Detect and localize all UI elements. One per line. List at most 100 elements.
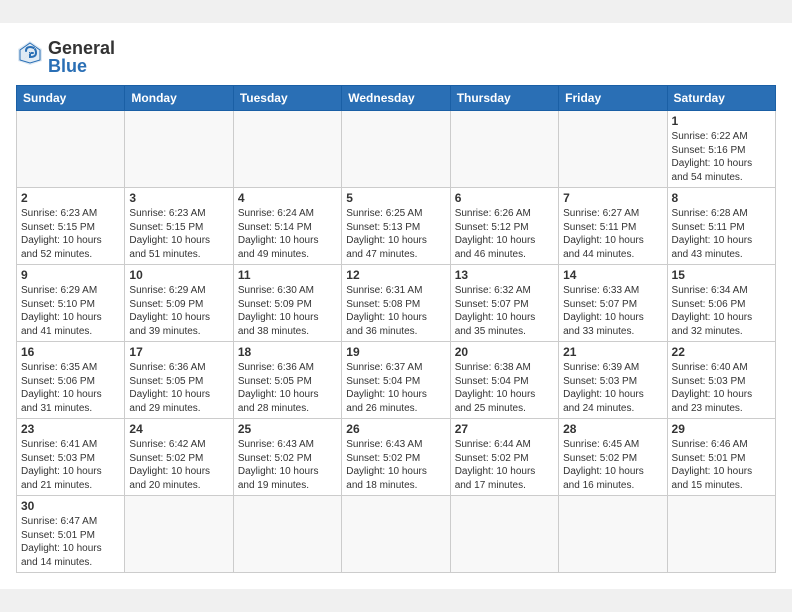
week-row-4: 23 Sunrise: 6:41 AM Sunset: 5:03 PM Dayli… — [17, 419, 776, 496]
weekday-friday: Friday — [559, 86, 667, 111]
cell-content: Sunrise: 6:38 AM Sunset: 5:04 PM Dayligh… — [455, 361, 554, 415]
logo-icon — [16, 39, 44, 67]
cell-content: Sunrise: 6:29 AM Sunset: 5:10 PM Dayligh… — [21, 284, 120, 338]
cell-content: Sunrise: 6:27 AM Sunset: 5:11 PM Dayligh… — [563, 207, 662, 261]
calendar-cell — [342, 496, 450, 573]
day-number: 29 — [672, 422, 771, 436]
cell-content: Sunrise: 6:24 AM Sunset: 5:14 PM Dayligh… — [238, 207, 337, 261]
day-number: 26 — [346, 422, 445, 436]
calendar-cell: 3 Sunrise: 6:23 AM Sunset: 5:15 PM Daylig… — [125, 188, 233, 265]
logo: General Blue — [16, 39, 115, 75]
day-number: 9 — [21, 268, 120, 282]
calendar-cell: 8Sunrise: 6:28 AM Sunset: 5:11 PM Daylig… — [667, 188, 775, 265]
week-row-5: 30Sunrise: 6:47 AM Sunset: 5:01 PM Dayli… — [17, 496, 776, 573]
calendar-cell: 15 Sunrise: 6:34 AM Sunset: 5:06 PM Dayli… — [667, 265, 775, 342]
calendar-cell — [559, 496, 667, 573]
week-row-3: 16 Sunrise: 6:35 AM Sunset: 5:06 PM Dayli… — [17, 342, 776, 419]
weekday-wednesday: Wednesday — [342, 86, 450, 111]
calendar-cell — [125, 496, 233, 573]
calendar-cell: 29 Sunrise: 6:46 AM Sunset: 5:01 PM Dayli… — [667, 419, 775, 496]
day-number: 27 — [455, 422, 554, 436]
cell-content: Sunrise: 6:28 AM Sunset: 5:11 PM Dayligh… — [672, 207, 771, 261]
calendar-cell: 11 Sunrise: 6:30 AM Sunset: 5:09 PM Dayli… — [233, 265, 341, 342]
calendar-cell: 12 Sunrise: 6:31 AM Sunset: 5:08 PM Dayli… — [342, 265, 450, 342]
cell-content: Sunrise: 6:36 AM Sunset: 5:05 PM Dayligh… — [129, 361, 228, 415]
weekday-header-row: SundayMondayTuesdayWednesdayThursdayFrid… — [17, 86, 776, 111]
week-row-0: 1 Sunrise: 6:22 AM Sunset: 5:16 PM Daylig… — [17, 111, 776, 188]
day-number: 4 — [238, 191, 337, 205]
calendar-cell: 16 Sunrise: 6:35 AM Sunset: 5:06 PM Dayli… — [17, 342, 125, 419]
logo-general: General — [48, 38, 115, 58]
week-row-1: 2 Sunrise: 6:23 AM Sunset: 5:15 PM Daylig… — [17, 188, 776, 265]
day-number: 5 — [346, 191, 445, 205]
day-number: 14 — [563, 268, 662, 282]
cell-content: Sunrise: 6:34 AM Sunset: 5:06 PM Dayligh… — [672, 284, 771, 338]
day-number: 2 — [21, 191, 120, 205]
weekday-monday: Monday — [125, 86, 233, 111]
cell-content: Sunrise: 6:22 AM Sunset: 5:16 PM Dayligh… — [672, 130, 771, 184]
page: General Blue SundayMondayTuesdayWednesda… — [0, 23, 792, 589]
logo-blue: Blue — [48, 56, 87, 76]
calendar-cell: 26 Sunrise: 6:43 AM Sunset: 5:02 PM Dayli… — [342, 419, 450, 496]
day-number: 16 — [21, 345, 120, 359]
header: General Blue — [16, 39, 776, 75]
cell-content: Sunrise: 6:25 AM Sunset: 5:13 PM Dayligh… — [346, 207, 445, 261]
cell-content: Sunrise: 6:42 AM Sunset: 5:02 PM Dayligh… — [129, 438, 228, 492]
cell-content: Sunrise: 6:30 AM Sunset: 5:09 PM Dayligh… — [238, 284, 337, 338]
cell-content: Sunrise: 6:33 AM Sunset: 5:07 PM Dayligh… — [563, 284, 662, 338]
day-number: 23 — [21, 422, 120, 436]
calendar-cell: 6Sunrise: 6:26 AM Sunset: 5:12 PM Daylig… — [450, 188, 558, 265]
cell-content: Sunrise: 6:45 AM Sunset: 5:02 PM Dayligh… — [563, 438, 662, 492]
week-row-2: 9 Sunrise: 6:29 AM Sunset: 5:10 PM Daylig… — [17, 265, 776, 342]
calendar-cell — [17, 111, 125, 188]
day-number: 22 — [672, 345, 771, 359]
cell-content: Sunrise: 6:23 AM Sunset: 5:15 PM Dayligh… — [21, 207, 120, 261]
day-number: 13 — [455, 268, 554, 282]
day-number: 21 — [563, 345, 662, 359]
calendar-cell — [667, 496, 775, 573]
cell-content: Sunrise: 6:39 AM Sunset: 5:03 PM Dayligh… — [563, 361, 662, 415]
calendar-cell: 1 Sunrise: 6:22 AM Sunset: 5:16 PM Daylig… — [667, 111, 775, 188]
cell-content: Sunrise: 6:43 AM Sunset: 5:02 PM Dayligh… — [238, 438, 337, 492]
cell-content: Sunrise: 6:29 AM Sunset: 5:09 PM Dayligh… — [129, 284, 228, 338]
weekday-saturday: Saturday — [667, 86, 775, 111]
cell-content: Sunrise: 6:43 AM Sunset: 5:02 PM Dayligh… — [346, 438, 445, 492]
cell-content: Sunrise: 6:35 AM Sunset: 5:06 PM Dayligh… — [21, 361, 120, 415]
calendar-cell — [450, 496, 558, 573]
day-number: 24 — [129, 422, 228, 436]
day-number: 10 — [129, 268, 228, 282]
cell-content: Sunrise: 6:41 AM Sunset: 5:03 PM Dayligh… — [21, 438, 120, 492]
day-number: 1 — [672, 114, 771, 128]
weekday-sunday: Sunday — [17, 86, 125, 111]
calendar-cell: 22 Sunrise: 6:40 AM Sunset: 5:03 PM Dayli… — [667, 342, 775, 419]
cell-content: Sunrise: 6:23 AM Sunset: 5:15 PM Dayligh… — [129, 207, 228, 261]
calendar-cell: 23 Sunrise: 6:41 AM Sunset: 5:03 PM Dayli… — [17, 419, 125, 496]
calendar-cell: 4 Sunrise: 6:24 AM Sunset: 5:14 PM Daylig… — [233, 188, 341, 265]
calendar-cell: 25Sunrise: 6:43 AM Sunset: 5:02 PM Dayli… — [233, 419, 341, 496]
calendar-cell: 7 Sunrise: 6:27 AM Sunset: 5:11 PM Daylig… — [559, 188, 667, 265]
calendar-cell: 19 Sunrise: 6:37 AM Sunset: 5:04 PM Dayli… — [342, 342, 450, 419]
cell-content: Sunrise: 6:44 AM Sunset: 5:02 PM Dayligh… — [455, 438, 554, 492]
calendar-cell: 20Sunrise: 6:38 AM Sunset: 5:04 PM Dayli… — [450, 342, 558, 419]
cell-content: Sunrise: 6:31 AM Sunset: 5:08 PM Dayligh… — [346, 284, 445, 338]
cell-content: Sunrise: 6:36 AM Sunset: 5:05 PM Dayligh… — [238, 361, 337, 415]
day-number: 11 — [238, 268, 337, 282]
calendar-cell — [233, 496, 341, 573]
cell-content: Sunrise: 6:40 AM Sunset: 5:03 PM Dayligh… — [672, 361, 771, 415]
calendar-cell — [125, 111, 233, 188]
calendar-cell: 17Sunrise: 6:36 AM Sunset: 5:05 PM Dayli… — [125, 342, 233, 419]
logo-text-block: General Blue — [48, 39, 115, 75]
cell-content: Sunrise: 6:32 AM Sunset: 5:07 PM Dayligh… — [455, 284, 554, 338]
calendar-cell: 30Sunrise: 6:47 AM Sunset: 5:01 PM Dayli… — [17, 496, 125, 573]
calendar-cell: 13 Sunrise: 6:32 AM Sunset: 5:07 PM Dayli… — [450, 265, 558, 342]
calendar: SundayMondayTuesdayWednesdayThursdayFrid… — [16, 85, 776, 573]
calendar-cell: 27 Sunrise: 6:44 AM Sunset: 5:02 PM Dayli… — [450, 419, 558, 496]
weekday-thursday: Thursday — [450, 86, 558, 111]
day-number: 7 — [563, 191, 662, 205]
cell-content: Sunrise: 6:37 AM Sunset: 5:04 PM Dayligh… — [346, 361, 445, 415]
day-number: 3 — [129, 191, 228, 205]
day-number: 12 — [346, 268, 445, 282]
day-number: 15 — [672, 268, 771, 282]
cell-content: Sunrise: 6:46 AM Sunset: 5:01 PM Dayligh… — [672, 438, 771, 492]
day-number: 19 — [346, 345, 445, 359]
